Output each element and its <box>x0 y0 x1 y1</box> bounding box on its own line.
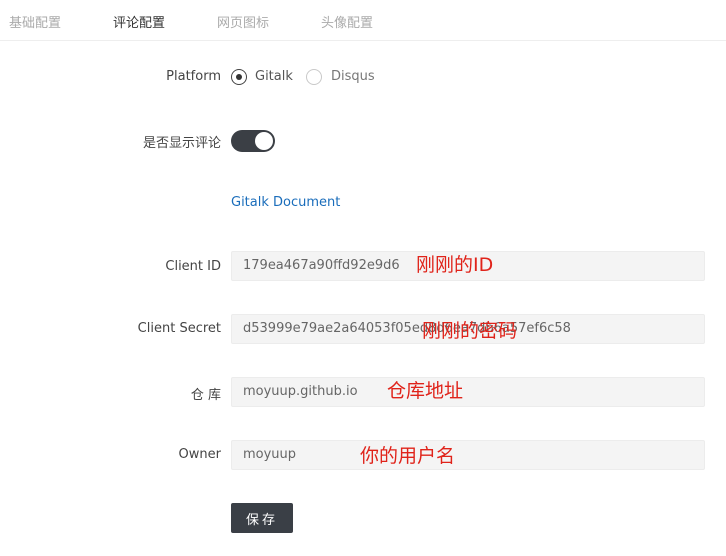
client-secret-annotation: 刚刚的密码 <box>422 320 518 342</box>
radio-disqus-label[interactable]: Disqus <box>331 69 375 84</box>
save-button[interactable]: 保存 <box>231 503 293 533</box>
owner-input[interactable]: moyuup <box>231 440 705 470</box>
repo-annotation: 仓库地址 <box>387 380 464 402</box>
gitalk-document-link[interactable]: Gitalk Document <box>231 195 340 210</box>
tab-comment-config[interactable]: 评论配置 <box>113 12 165 31</box>
client-id-annotation: 刚刚的ID <box>416 254 494 276</box>
show-comments-toggle[interactable] <box>231 130 275 152</box>
platform-label: Platform <box>166 69 221 84</box>
radio-disqus[interactable] <box>306 69 322 85</box>
tab-basic-config[interactable]: 基础配置 <box>9 12 61 31</box>
show-comments-label: 是否显示评论 <box>142 136 221 151</box>
owner-annotation: 你的用户名 <box>360 445 456 467</box>
repo-input[interactable]: moyuup.github.io <box>231 377 705 407</box>
toggle-knob <box>255 132 273 150</box>
tab-favicon[interactable]: 网页图标 <box>217 12 269 31</box>
client-id-label: Client ID <box>165 259 221 274</box>
radio-gitalk[interactable] <box>231 69 247 85</box>
settings-tab-bar: 基础配置 评论配置 网页图标 头像配置 <box>0 0 726 41</box>
radio-gitalk-label[interactable]: Gitalk <box>255 69 293 84</box>
client-secret-label: Client Secret <box>137 321 221 336</box>
owner-label: Owner <box>178 447 221 462</box>
repo-label: 仓 库 <box>190 388 221 403</box>
tab-avatar-config[interactable]: 头像配置 <box>321 12 373 31</box>
